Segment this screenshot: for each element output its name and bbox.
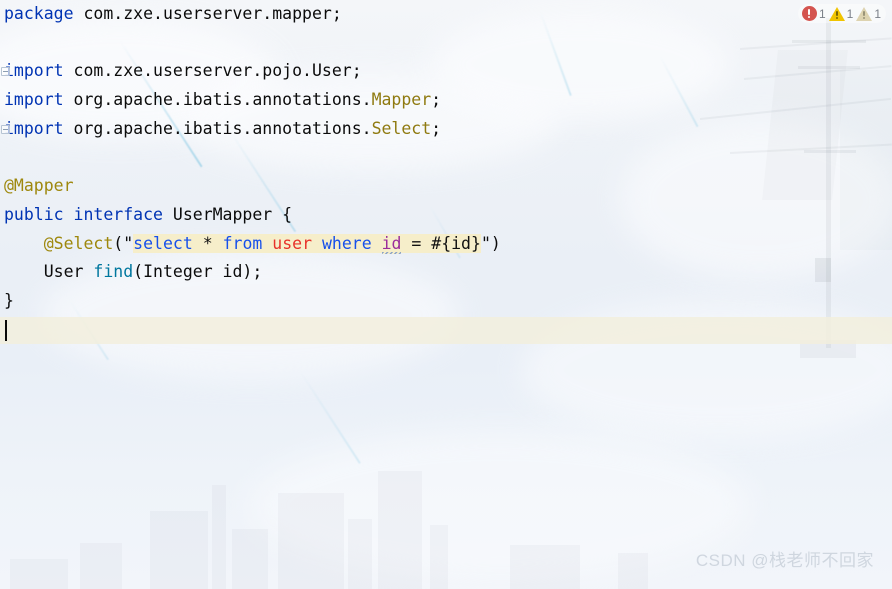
code-line[interactable]: import org.apache.ibatis.annotations.Sel… — [0, 115, 501, 144]
ide-editor-window: package com.zxe.userserver.mapper; impor… — [0, 0, 892, 589]
text-caret — [5, 319, 7, 341]
code-token: org.apache.ibatis.annotations. — [63, 90, 372, 110]
weak-warning-icon — [856, 6, 873, 21]
code-token: * — [192, 233, 223, 253]
code-token: package — [4, 4, 74, 23]
code-token: user — [272, 233, 313, 253]
code-token: com.zxe.userserver.mapper; — [73, 4, 342, 23]
code-line[interactable] — [0, 143, 501, 172]
code-token: @Select — [43, 233, 114, 253]
code-line[interactable]: @Select("select * from user where id = #… — [0, 230, 501, 259]
fold-collapse-icon[interactable] — [1, 67, 10, 77]
code-token: find — [93, 262, 134, 282]
inspection-count: 1 — [874, 6, 881, 21]
code-token: ; — [431, 90, 442, 110]
code-line[interactable]: } — [0, 287, 501, 316]
inspection-warning[interactable]: 1 — [828, 6, 854, 21]
error-icon — [801, 6, 817, 21]
code-line[interactable]: public interface UserMapper { — [0, 201, 501, 230]
code-token: import — [4, 90, 64, 110]
code-token: org.apache.ibatis.annotations. — [63, 118, 372, 138]
inspection-count: 1 — [846, 6, 854, 21]
code-token: com.zxe.userserver.pojo.User; — [63, 61, 362, 81]
code-token: = #{id} — [401, 233, 481, 253]
code-line[interactable]: import com.zxe.userserver.pojo.User; — [0, 57, 501, 86]
code-token — [371, 233, 382, 253]
code-token — [262, 233, 273, 253]
code-line[interactable]: package com.zxe.userserver.mapper; — [0, 0, 501, 29]
code-token: @Mapper — [4, 176, 74, 196]
code-token: ") — [480, 233, 501, 253]
code-token: interface — [73, 204, 163, 224]
code-line[interactable]: @Mapper — [0, 172, 501, 201]
code-token: } — [4, 290, 14, 310]
code-token: UserMapper { — [162, 204, 293, 224]
inspection-weak-warning[interactable]: 1 — [856, 6, 881, 21]
code-token — [312, 233, 322, 253]
code-token: (" — [113, 233, 134, 253]
code-token: import — [4, 61, 64, 81]
code-text-area[interactable]: package com.zxe.userserver.mapper; impor… — [0, 0, 501, 344]
fold-collapse-icon[interactable] — [1, 124, 10, 134]
watermark: CSDN @栈老师不回家 — [695, 551, 874, 570]
code-token: Mapper — [371, 90, 432, 110]
code-token: select — [133, 233, 193, 253]
code-line[interactable] — [0, 316, 501, 345]
code-line[interactable]: import org.apache.ibatis.annotations.Map… — [0, 86, 501, 115]
code-token: public — [4, 204, 64, 224]
inspection-widget[interactable]: 1 1 1 — [797, 4, 886, 23]
code-token: ; — [431, 118, 442, 138]
code-token: User — [4, 262, 94, 282]
code-token: (Integer id); — [133, 262, 263, 282]
inspection-count: 1 — [818, 6, 826, 21]
code-line[interactable] — [0, 29, 501, 58]
code-line[interactable]: User find(Integer id); — [0, 258, 501, 287]
inspection-error[interactable]: 1 — [801, 6, 826, 21]
warning-icon — [828, 6, 845, 21]
code-token: import — [4, 118, 64, 138]
code-token: from — [222, 233, 263, 253]
code-token: id — [381, 233, 402, 254]
code-editor-surface[interactable]: package com.zxe.userserver.mapper; impor… — [0, 0, 892, 589]
code-token: Select — [371, 118, 432, 138]
code-token: where — [321, 233, 372, 253]
